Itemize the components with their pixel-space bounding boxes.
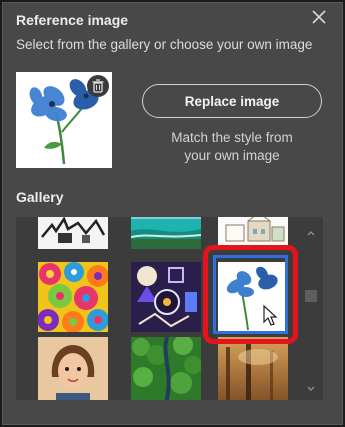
scroll-down-icon[interactable]: [305, 381, 317, 391]
scroll-up-icon[interactable]: [305, 225, 317, 236]
trash-icon[interactable]: [87, 75, 109, 97]
replace-image-button[interactable]: Replace image: [142, 84, 322, 118]
hint-line-1: Match the style from: [171, 130, 293, 145]
gallery-tile-tropical-beach[interactable]: [131, 217, 201, 249]
gallery-tile-sketch-city[interactable]: [38, 217, 108, 249]
gallery-scrollbar[interactable]: [303, 219, 319, 397]
gallery-tile-foggy-forest[interactable]: [218, 337, 288, 400]
scroll-thumb[interactable]: [305, 290, 317, 302]
replace-hint: Match the style from your own image: [142, 129, 322, 165]
reference-thumbnail[interactable]: [16, 72, 112, 168]
gallery-tile-paper-flowers[interactable]: [38, 262, 108, 332]
panel-subtitle: Select from the gallery or choose your o…: [16, 37, 313, 52]
gallery-tile-geometric-shapes[interactable]: [131, 262, 201, 332]
gallery-title: Gallery: [16, 189, 64, 205]
gallery-tile-forest-aerial[interactable]: [131, 337, 201, 400]
panel-title: Reference image: [16, 12, 129, 28]
close-icon[interactable]: [308, 6, 330, 28]
hint-line-2: your own image: [184, 148, 280, 163]
gallery-tile-cartoon-portrait[interactable]: [38, 337, 108, 400]
selection-highlight-ring: [203, 245, 298, 344]
